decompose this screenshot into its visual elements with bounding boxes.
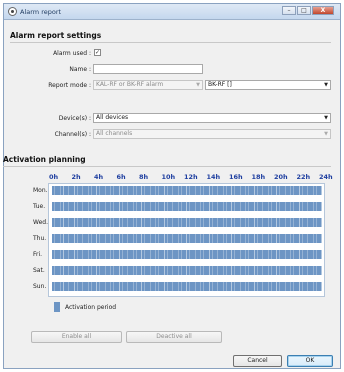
section-divider xyxy=(3,166,331,167)
devices-label: Device(s) : xyxy=(58,115,91,122)
check-mark-icon: ✓ xyxy=(95,49,101,56)
alarm-settings-heading: Alarm report settings xyxy=(10,31,102,40)
hour-label: 6h xyxy=(116,173,126,181)
activation-legend-swatch xyxy=(54,302,60,312)
report-mode-select[interactable]: KAL-RF or BK-RF alarm ▼ xyxy=(93,80,203,90)
app-icon xyxy=(8,7,17,16)
report-target-select[interactable]: BK-RF [] ▼ xyxy=(205,80,331,90)
report-target-value: BK-RF [] xyxy=(208,81,232,88)
alarm-used-label: Alarm used : xyxy=(53,50,91,57)
activation-planning-heading: Activation planning xyxy=(3,155,86,164)
ok-button[interactable]: OK xyxy=(287,355,333,367)
day-schedule-row[interactable] xyxy=(52,202,322,211)
day-label: Fri. xyxy=(33,251,43,258)
day-schedule-row[interactable] xyxy=(52,250,322,259)
hour-label: 22h xyxy=(296,173,311,181)
report-mode-label: Report mode : xyxy=(48,82,91,89)
day-label: Wed. xyxy=(33,219,48,226)
channels-label: Channel(s) : xyxy=(54,131,91,138)
activation-legend-label: Activation period xyxy=(65,304,117,311)
hour-label: 16h xyxy=(229,173,243,181)
chevron-down-icon: ▼ xyxy=(196,82,200,88)
day-schedule-row[interactable] xyxy=(52,282,322,291)
hour-label: 4h xyxy=(94,173,104,181)
maximize-button[interactable]: □ xyxy=(297,6,311,15)
devices-value: All devices xyxy=(96,114,129,121)
title-bar: Alarm report – □ X xyxy=(4,4,340,20)
hour-label: 2h xyxy=(71,173,81,181)
day-schedule-row[interactable] xyxy=(52,218,322,227)
day-label: Thu. xyxy=(33,235,47,242)
hour-label: 14h xyxy=(206,173,221,181)
name-input[interactable] xyxy=(93,64,203,74)
chevron-down-icon: ▼ xyxy=(324,82,328,88)
minimize-button[interactable]: – xyxy=(282,6,296,15)
section-divider xyxy=(10,42,331,43)
deactive-all-button[interactable]: Deactive all xyxy=(126,331,222,343)
alarm-used-checkbox[interactable]: ✓ xyxy=(94,49,101,56)
cancel-button[interactable]: Cancel xyxy=(233,355,282,367)
devices-select[interactable]: All devices ▼ xyxy=(93,113,331,123)
day-label: Tue. xyxy=(33,203,46,210)
hour-label: 10h xyxy=(161,173,176,181)
day-schedule-row[interactable] xyxy=(52,266,322,275)
chevron-down-icon: ▼ xyxy=(324,115,328,121)
hour-label: 18h xyxy=(251,173,266,181)
hour-label: 24h xyxy=(319,173,333,181)
name-label: Name : xyxy=(69,66,91,73)
chevron-down-icon: ▼ xyxy=(324,131,328,137)
window-title: Alarm report xyxy=(20,7,62,16)
enable-all-button[interactable]: Enable all xyxy=(31,331,122,343)
channels-value: All channels xyxy=(96,130,133,137)
day-schedule-row[interactable] xyxy=(52,234,322,243)
hour-label: 20h xyxy=(274,173,288,181)
window-controls: – □ X xyxy=(282,6,334,15)
day-label: Sun. xyxy=(33,283,47,290)
channels-select[interactable]: All channels ▼ xyxy=(93,129,331,139)
day-label: Sat. xyxy=(33,267,45,274)
report-mode-value: KAL-RF or BK-RF alarm xyxy=(96,81,164,88)
hour-label: 8h xyxy=(139,173,149,181)
day-label: Mon. xyxy=(33,187,48,194)
close-button[interactable]: X xyxy=(312,6,334,15)
day-schedule-row[interactable] xyxy=(52,186,322,195)
hour-label: 0h xyxy=(49,173,59,181)
hour-label: 12h xyxy=(184,173,198,181)
